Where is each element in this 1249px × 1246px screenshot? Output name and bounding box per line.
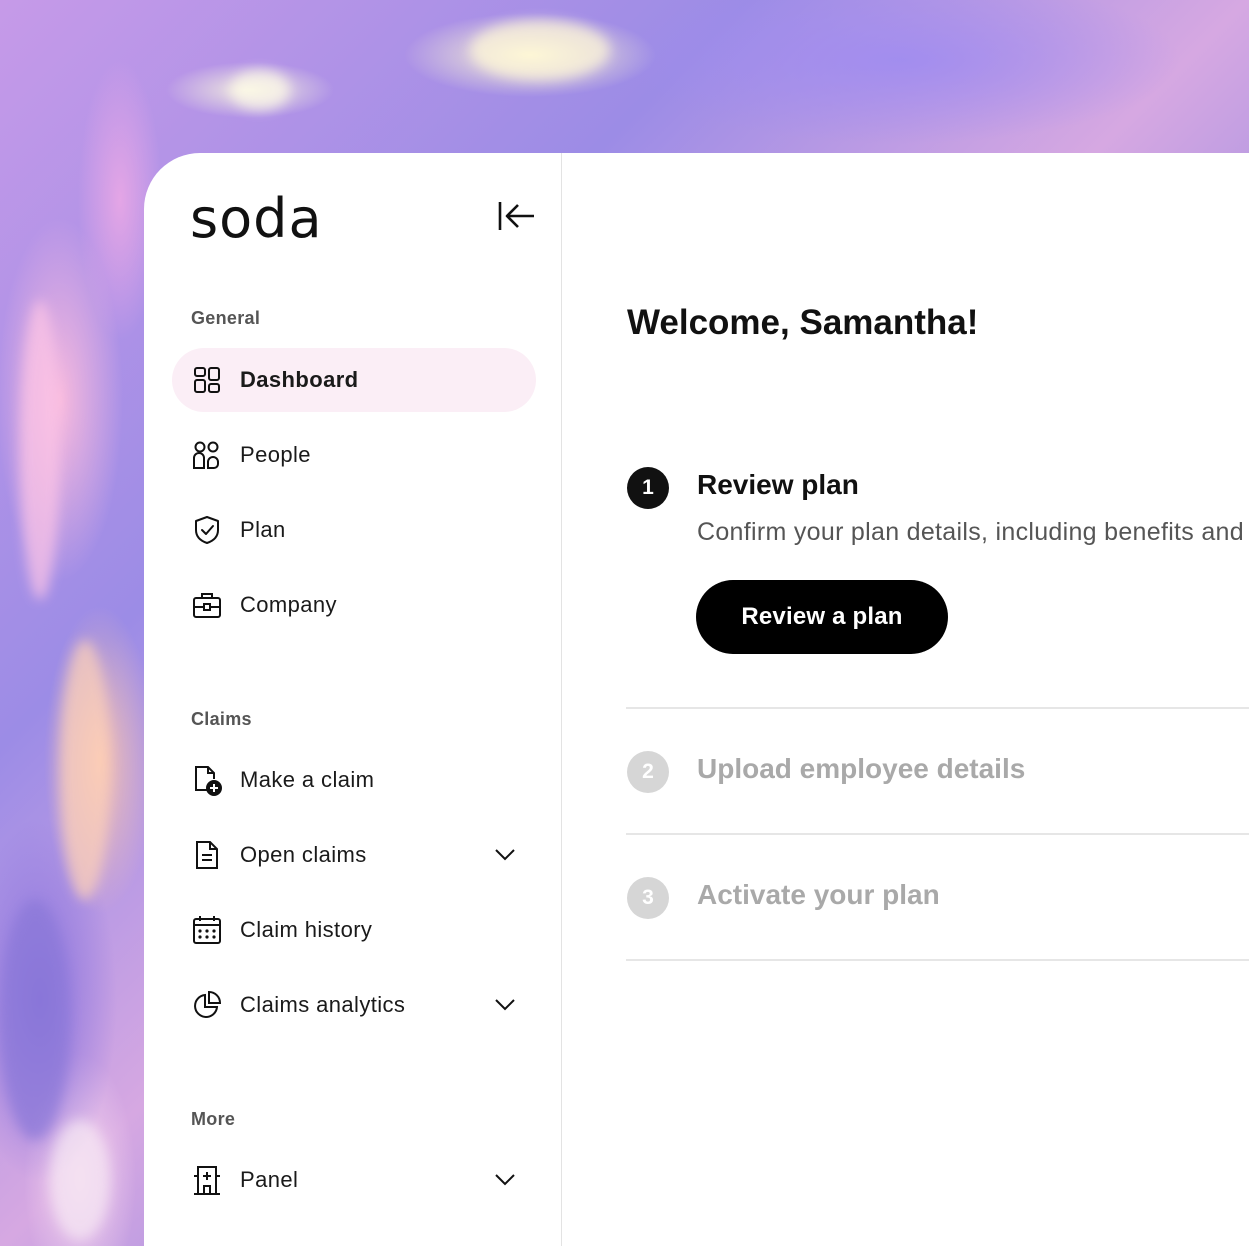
sidebar: soda General Dashboard People Plan Compa… <box>144 153 562 1246</box>
nav-item-company[interactable]: Company <box>172 573 536 637</box>
chevron-down-icon[interactable] <box>494 843 516 865</box>
briefcase-icon <box>192 590 222 620</box>
main-content: Welcome, Samantha! 1 Review plan Confirm… <box>562 153 1249 1246</box>
collapse-sidebar-button[interactable] <box>496 199 536 233</box>
nav-label: People <box>240 442 311 467</box>
file-plus-icon <box>192 765 222 796</box>
nav-item-open-claims[interactable]: Open claims <box>172 823 536 887</box>
calendar-icon <box>192 915 222 945</box>
step-description: Confirm your plan details, including ben… <box>697 518 1244 546</box>
divider <box>626 707 1249 709</box>
step-title[interactable]: Upload employee details <box>697 753 1025 785</box>
nav-item-claims-analytics[interactable]: Claims analytics <box>172 973 536 1037</box>
nav-label: Dashboard <box>240 367 359 392</box>
chevron-down-icon[interactable] <box>494 1168 516 1190</box>
nav-label: Make a claim <box>240 767 375 792</box>
nav-label: Claim history <box>240 917 373 942</box>
nav-label: Plan <box>240 517 286 542</box>
nav-item-dashboard[interactable]: Dashboard <box>172 348 536 412</box>
step-number-badge: 1 <box>627 467 669 509</box>
nav-item-plan[interactable]: Plan <box>172 498 536 562</box>
nav-label: Claims analytics <box>240 992 406 1017</box>
section-label-general: General <box>191 308 261 328</box>
page-title: Welcome, Samantha! <box>627 303 979 342</box>
nav-item-make-a-claim[interactable]: Make a claim <box>172 748 536 812</box>
people-icon <box>192 440 222 470</box>
dashboard-grid-icon <box>192 365 222 395</box>
nav-item-panel[interactable]: Panel <box>172 1148 536 1212</box>
review-plan-button[interactable]: Review a plan <box>696 580 948 654</box>
step-number-badge: 2 <box>627 751 669 793</box>
soda-logo[interactable]: soda <box>190 189 323 249</box>
section-label-claims: Claims <box>191 709 252 729</box>
collapse-left-icon <box>498 202 534 230</box>
nav-label: Panel <box>240 1167 299 1192</box>
step-number-badge: 3 <box>627 877 669 919</box>
app-window: soda General Dashboard People Plan Compa… <box>144 153 1249 1246</box>
chevron-down-icon[interactable] <box>494 993 516 1015</box>
file-text-icon <box>192 840 222 870</box>
section-label-more: More <box>191 1109 236 1129</box>
nav-label: Open claims <box>240 842 367 867</box>
nav-item-people[interactable]: People <box>172 423 536 487</box>
nav-label: Company <box>240 592 337 617</box>
divider <box>626 833 1249 835</box>
divider <box>626 959 1249 961</box>
step-title[interactable]: Activate your plan <box>697 879 940 911</box>
nav-item-claim-history[interactable]: Claim history <box>172 898 536 962</box>
step-title: Review plan <box>697 469 859 500</box>
hospital-icon <box>192 1165 222 1195</box>
pie-chart-icon <box>192 990 222 1020</box>
shield-check-icon <box>192 515 222 545</box>
